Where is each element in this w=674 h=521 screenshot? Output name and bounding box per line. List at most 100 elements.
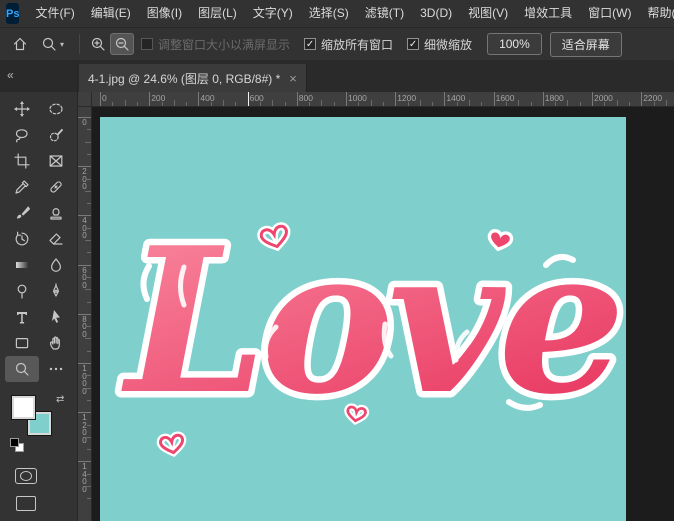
menu-item-0[interactable]: 文件(F)	[27, 0, 82, 27]
resize-window-checkbox: 调整窗口大小以满屏显示	[141, 36, 290, 53]
collapse-panel-button[interactable]: «	[0, 60, 77, 92]
menu-item-11[interactable]: 帮助(H)	[639, 0, 674, 27]
menu-item-7[interactable]: 3D(D)	[412, 0, 460, 27]
menu-items: 文件(F) 编辑(E) 图像(I) 图层(L) 文字(Y) 选择(S) 滤镜(T) 3D(D)…	[27, 0, 674, 27]
photoshop-logo-icon: Ps	[6, 3, 20, 24]
document-area: 4-1.jpg @ 24.6% (图层 0, RGB/8#) * × 0 200 4…	[78, 60, 674, 521]
tool-history-brush-button[interactable]	[5, 226, 39, 252]
tool-gradient-button[interactable]	[5, 252, 39, 278]
tool-move-button[interactable]	[5, 96, 39, 122]
document-tab-bar: 4-1.jpg @ 24.6% (图层 0, RGB/8#) * ×	[78, 60, 674, 92]
hand-icon	[49, 336, 60, 350]
tool-quick-selection-button[interactable]	[39, 122, 73, 148]
menu-item-2[interactable]: 图像(I)	[139, 0, 190, 27]
scrubby-zoom-checkbox[interactable]: ✓ 细微缩放	[407, 36, 472, 53]
zoom-tool-icon	[42, 37, 56, 51]
dodge-icon	[17, 284, 26, 299]
checkbox-unchecked	[141, 38, 154, 50]
tool-blur-button[interactable]	[39, 252, 73, 278]
tool-eraser-button[interactable]	[39, 226, 73, 252]
zoom-100-button[interactable]: 100%	[487, 33, 542, 55]
tool-crop-button[interactable]	[5, 148, 39, 174]
tool-zoom-button[interactable]	[4, 356, 39, 382]
tool-marquee-button[interactable]	[39, 96, 73, 122]
rectangle-icon	[15, 337, 28, 349]
tool-clone-stamp-button[interactable]	[39, 200, 73, 226]
eraser-icon	[48, 233, 63, 245]
marquee-icon	[48, 103, 63, 115]
document-tab[interactable]: 4-1.jpg @ 24.6% (图层 0, RGB/8#) * ×	[79, 64, 307, 92]
tool-pen-button[interactable]	[39, 278, 73, 304]
vertical-ruler[interactable]: 0 200 400 600 800 1000 1200 1400	[78, 107, 92, 521]
foreground-color-swatch[interactable]	[11, 395, 36, 420]
current-tool-indicator[interactable]: ▾	[36, 34, 69, 54]
healing-brush-icon	[49, 181, 62, 193]
menu-item-10[interactable]: 窗口(W)	[580, 0, 639, 27]
eyedropper-icon	[14, 180, 29, 194]
tool-dodge-button[interactable]	[5, 278, 39, 304]
tool-rectangle-button[interactable]	[5, 330, 39, 356]
tool-grid	[0, 92, 77, 382]
heart-icon	[347, 406, 366, 421]
zoom-all-windows-checkbox[interactable]: ✓ 缩放所有窗口	[304, 36, 393, 53]
fit-screen-button[interactable]: 适合屏幕	[549, 31, 622, 57]
zoom-icon	[15, 362, 29, 376]
blur-icon	[50, 258, 61, 272]
tool-ellipsis[interactable]	[39, 356, 73, 382]
type-icon	[16, 312, 27, 324]
zoom-in-button[interactable]	[86, 33, 110, 55]
path-selection-icon	[51, 310, 60, 323]
menu-item-8[interactable]: 视图(V)	[460, 0, 516, 27]
menu-item-5[interactable]: 选择(S)	[301, 0, 357, 27]
horizontal-ruler[interactable]: 0 200 400 600 800 1000 1200 1400 1600 1800 2000 220…	[92, 92, 674, 107]
menu-item-1[interactable]: 编辑(E)	[83, 0, 139, 27]
cursor-position-marker	[247, 92, 249, 106]
tool-type-button[interactable]	[5, 304, 39, 330]
tool-frame-button[interactable]	[39, 148, 73, 174]
quick-mask-button[interactable]	[15, 468, 37, 484]
options-bar: ▾ 调整窗口大小以满屏显示 ✓ 缩放所有窗口 ✓ 细微缩放 100% 适合屏幕	[0, 27, 674, 60]
photoshop-window: Ps 文件(F) 编辑(E) 图像(I) 图层(L) 文字(Y) 选择(S) 滤镜(T) 3D…	[0, 0, 674, 521]
home-button[interactable]	[8, 33, 32, 55]
menu-item-4[interactable]: 文字(Y)	[245, 0, 301, 27]
menu-item-9[interactable]: 增效工具	[516, 0, 580, 27]
frame-icon	[49, 155, 62, 167]
zoom-out-button[interactable]	[110, 33, 135, 55]
menu-item-6[interactable]: 滤镜(T)	[357, 0, 412, 27]
workspace: 0 200 400 600 800 1000 1200 1400 1600 1800 2000 220…	[78, 92, 674, 521]
screen-mode-button[interactable]	[16, 496, 36, 511]
ellipsis-icon	[49, 367, 62, 371]
clone-stamp-icon	[49, 208, 62, 220]
brush-icon	[16, 206, 30, 219]
close-tab-icon[interactable]: ×	[289, 72, 297, 85]
tool-lasso-button[interactable]	[5, 122, 39, 148]
tool-path-selection-button[interactable]	[39, 304, 73, 330]
default-colors-icon[interactable]	[10, 438, 24, 452]
tool-healing-brush-button[interactable]	[39, 174, 73, 200]
document-tab-title: 4-1.jpg @ 24.6% (图层 0, RGB/8#) *	[88, 71, 281, 86]
main-area: « ⇄ 4-1.jpg @ 24.6% (图层 0, RGB/8#) * × 0…	[0, 60, 674, 521]
tools-panel: « ⇄	[0, 60, 78, 521]
quick-selection-icon	[49, 128, 63, 142]
color-swatches: ⇄	[10, 394, 70, 452]
lasso-icon	[15, 129, 28, 143]
tool-hand-button[interactable]	[39, 330, 73, 356]
move-icon	[13, 101, 30, 117]
love-lettering: Love	[115, 198, 627, 446]
history-brush-icon	[15, 231, 28, 246]
menu-bar: Ps 文件(F) 编辑(E) 图像(I) 图层(L) 文字(Y) 选择(S) 滤镜(T) 3D…	[0, 0, 674, 27]
gradient-icon	[15, 262, 28, 268]
swap-colors-icon[interactable]: ⇄	[56, 394, 64, 405]
tool-eyedropper-button[interactable]	[5, 174, 39, 200]
love-word: Love	[121, 204, 619, 439]
menu-item-3[interactable]: 图层(L)	[190, 0, 245, 27]
document-canvas[interactable]: Love	[100, 117, 626, 521]
chevron-down-icon: ▾	[60, 39, 65, 49]
pen-icon	[52, 283, 59, 297]
divider	[79, 34, 81, 54]
tool-brush-button[interactable]	[5, 200, 39, 226]
crop-icon	[13, 153, 30, 169]
ruler-corner	[78, 92, 92, 107]
checkbox-checked[interactable]: ✓	[304, 38, 317, 50]
checkbox-checked[interactable]: ✓	[407, 38, 420, 50]
